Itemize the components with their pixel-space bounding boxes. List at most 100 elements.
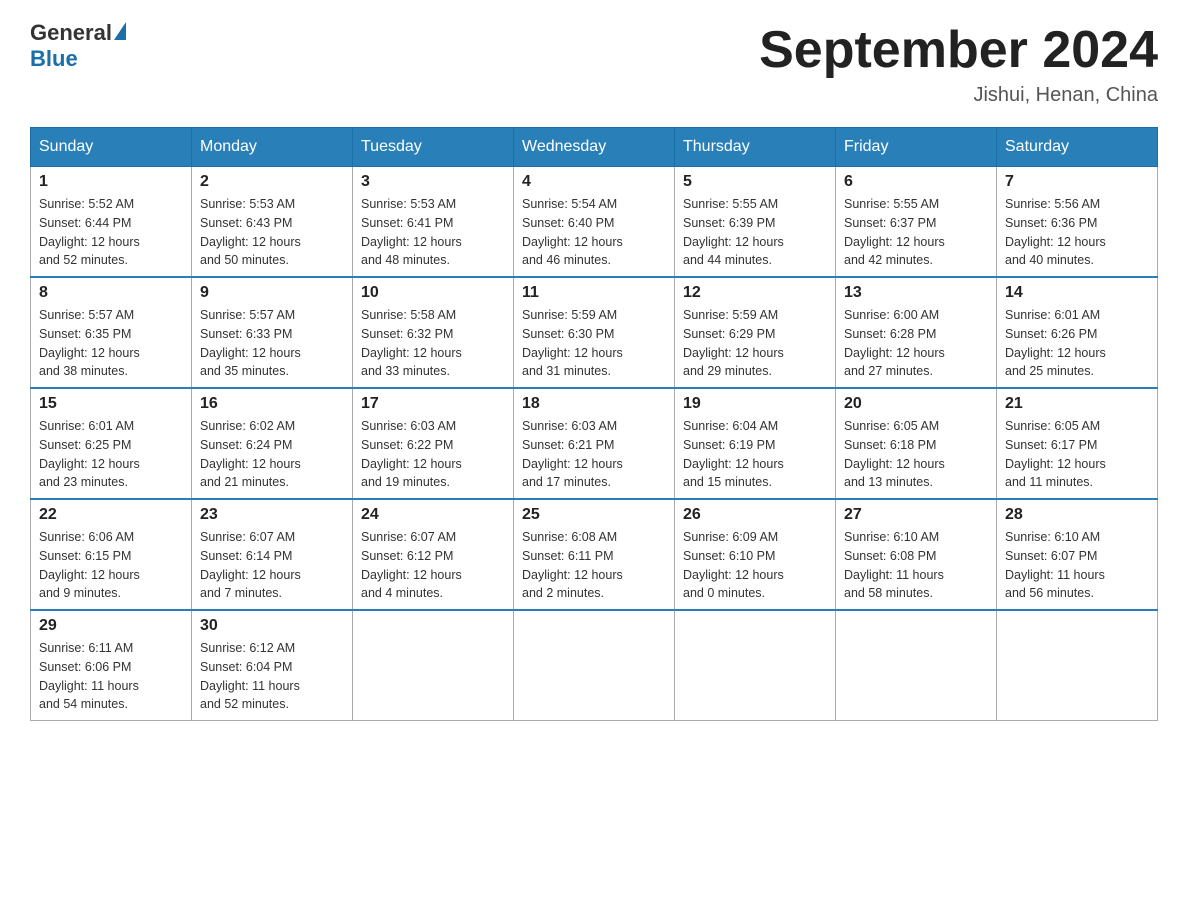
day-number: 18 — [522, 395, 666, 413]
weekday-header-thursday: Thursday — [675, 128, 836, 167]
day-info: Sunrise: 6:02 AMSunset: 6:24 PMDaylight:… — [200, 419, 301, 489]
day-info: Sunrise: 5:53 AMSunset: 6:43 PMDaylight:… — [200, 197, 301, 267]
calendar-day-cell: 14 Sunrise: 6:01 AMSunset: 6:26 PMDaylig… — [997, 277, 1158, 388]
calendar-table: SundayMondayTuesdayWednesdayThursdayFrid… — [30, 127, 1158, 721]
day-number: 10 — [361, 284, 505, 302]
calendar-day-cell: 10 Sunrise: 5:58 AMSunset: 6:32 PMDaylig… — [353, 277, 514, 388]
page-header: General Blue September 2024 Jishui, Hena… — [30, 20, 1158, 107]
day-info: Sunrise: 6:03 AMSunset: 6:22 PMDaylight:… — [361, 419, 462, 489]
day-info: Sunrise: 5:55 AMSunset: 6:37 PMDaylight:… — [844, 197, 945, 267]
day-number: 9 — [200, 284, 344, 302]
calendar-day-cell: 17 Sunrise: 6:03 AMSunset: 6:22 PMDaylig… — [353, 388, 514, 499]
calendar-day-cell: 8 Sunrise: 5:57 AMSunset: 6:35 PMDayligh… — [31, 277, 192, 388]
calendar-day-cell: 30 Sunrise: 6:12 AMSunset: 6:04 PMDaylig… — [192, 610, 353, 721]
weekday-header-sunday: Sunday — [31, 128, 192, 167]
weekday-header-friday: Friday — [836, 128, 997, 167]
calendar-day-cell: 24 Sunrise: 6:07 AMSunset: 6:12 PMDaylig… — [353, 499, 514, 610]
weekday-header-row: SundayMondayTuesdayWednesdayThursdayFrid… — [31, 128, 1158, 167]
day-number: 22 — [39, 506, 183, 524]
calendar-day-cell: 9 Sunrise: 5:57 AMSunset: 6:33 PMDayligh… — [192, 277, 353, 388]
day-number: 7 — [1005, 173, 1149, 191]
day-number: 1 — [39, 173, 183, 191]
day-number: 20 — [844, 395, 988, 413]
day-info: Sunrise: 6:01 AMSunset: 6:25 PMDaylight:… — [39, 419, 140, 489]
calendar-week-row: 8 Sunrise: 5:57 AMSunset: 6:35 PMDayligh… — [31, 277, 1158, 388]
calendar-day-cell: 12 Sunrise: 5:59 AMSunset: 6:29 PMDaylig… — [675, 277, 836, 388]
day-number: 21 — [1005, 395, 1149, 413]
day-number: 14 — [1005, 284, 1149, 302]
calendar-week-row: 1 Sunrise: 5:52 AMSunset: 6:44 PMDayligh… — [31, 167, 1158, 278]
day-number: 26 — [683, 506, 827, 524]
title-block: September 2024 Jishui, Henan, China — [759, 20, 1158, 107]
calendar-day-cell: 23 Sunrise: 6:07 AMSunset: 6:14 PMDaylig… — [192, 499, 353, 610]
logo-triangle-icon — [114, 22, 126, 40]
day-info: Sunrise: 6:04 AMSunset: 6:19 PMDaylight:… — [683, 419, 784, 489]
weekday-header-saturday: Saturday — [997, 128, 1158, 167]
calendar-day-cell: 25 Sunrise: 6:08 AMSunset: 6:11 PMDaylig… — [514, 499, 675, 610]
day-number: 15 — [39, 395, 183, 413]
weekday-header-monday: Monday — [192, 128, 353, 167]
day-info: Sunrise: 6:08 AMSunset: 6:11 PMDaylight:… — [522, 530, 623, 600]
day-number: 2 — [200, 173, 344, 191]
calendar-day-cell: 2 Sunrise: 5:53 AMSunset: 6:43 PMDayligh… — [192, 167, 353, 278]
day-info: Sunrise: 5:53 AMSunset: 6:41 PMDaylight:… — [361, 197, 462, 267]
calendar-day-cell: 13 Sunrise: 6:00 AMSunset: 6:28 PMDaylig… — [836, 277, 997, 388]
calendar-day-cell: 4 Sunrise: 5:54 AMSunset: 6:40 PMDayligh… — [514, 167, 675, 278]
calendar-day-cell: 7 Sunrise: 5:56 AMSunset: 6:36 PMDayligh… — [997, 167, 1158, 278]
calendar-day-cell: 28 Sunrise: 6:10 AMSunset: 6:07 PMDaylig… — [997, 499, 1158, 610]
day-info: Sunrise: 5:57 AMSunset: 6:35 PMDaylight:… — [39, 308, 140, 378]
day-info: Sunrise: 6:12 AMSunset: 6:04 PMDaylight:… — [200, 641, 300, 711]
day-info: Sunrise: 6:07 AMSunset: 6:12 PMDaylight:… — [361, 530, 462, 600]
day-number: 8 — [39, 284, 183, 302]
day-number: 29 — [39, 617, 183, 635]
calendar-day-cell: 1 Sunrise: 5:52 AMSunset: 6:44 PMDayligh… — [31, 167, 192, 278]
day-number: 30 — [200, 617, 344, 635]
logo-general: General — [30, 20, 112, 46]
day-info: Sunrise: 6:05 AMSunset: 6:18 PMDaylight:… — [844, 419, 945, 489]
day-number: 16 — [200, 395, 344, 413]
day-info: Sunrise: 6:10 AMSunset: 6:08 PMDaylight:… — [844, 530, 944, 600]
day-number: 12 — [683, 284, 827, 302]
logo-blue: Blue — [30, 46, 78, 72]
calendar-day-cell: 20 Sunrise: 6:05 AMSunset: 6:18 PMDaylig… — [836, 388, 997, 499]
calendar-day-cell: 27 Sunrise: 6:10 AMSunset: 6:08 PMDaylig… — [836, 499, 997, 610]
day-number: 5 — [683, 173, 827, 191]
day-info: Sunrise: 6:07 AMSunset: 6:14 PMDaylight:… — [200, 530, 301, 600]
calendar-day-cell — [675, 610, 836, 721]
day-info: Sunrise: 5:57 AMSunset: 6:33 PMDaylight:… — [200, 308, 301, 378]
logo: General Blue — [30, 20, 126, 72]
day-info: Sunrise: 5:59 AMSunset: 6:29 PMDaylight:… — [683, 308, 784, 378]
calendar-day-cell — [353, 610, 514, 721]
day-info: Sunrise: 6:03 AMSunset: 6:21 PMDaylight:… — [522, 419, 623, 489]
calendar-week-row: 29 Sunrise: 6:11 AMSunset: 6:06 PMDaylig… — [31, 610, 1158, 721]
calendar-day-cell: 21 Sunrise: 6:05 AMSunset: 6:17 PMDaylig… — [997, 388, 1158, 499]
day-info: Sunrise: 5:56 AMSunset: 6:36 PMDaylight:… — [1005, 197, 1106, 267]
day-number: 6 — [844, 173, 988, 191]
day-number: 13 — [844, 284, 988, 302]
calendar-day-cell: 5 Sunrise: 5:55 AMSunset: 6:39 PMDayligh… — [675, 167, 836, 278]
calendar-day-cell: 3 Sunrise: 5:53 AMSunset: 6:41 PMDayligh… — [353, 167, 514, 278]
day-number: 19 — [683, 395, 827, 413]
day-info: Sunrise: 6:05 AMSunset: 6:17 PMDaylight:… — [1005, 419, 1106, 489]
calendar-day-cell: 26 Sunrise: 6:09 AMSunset: 6:10 PMDaylig… — [675, 499, 836, 610]
day-info: Sunrise: 5:52 AMSunset: 6:44 PMDaylight:… — [39, 197, 140, 267]
calendar-title: September 2024 — [759, 20, 1158, 80]
day-info: Sunrise: 6:01 AMSunset: 6:26 PMDaylight:… — [1005, 308, 1106, 378]
weekday-header-tuesday: Tuesday — [353, 128, 514, 167]
calendar-day-cell: 22 Sunrise: 6:06 AMSunset: 6:15 PMDaylig… — [31, 499, 192, 610]
calendar-week-row: 15 Sunrise: 6:01 AMSunset: 6:25 PMDaylig… — [31, 388, 1158, 499]
day-info: Sunrise: 6:06 AMSunset: 6:15 PMDaylight:… — [39, 530, 140, 600]
day-info: Sunrise: 5:54 AMSunset: 6:40 PMDaylight:… — [522, 197, 623, 267]
calendar-day-cell: 18 Sunrise: 6:03 AMSunset: 6:21 PMDaylig… — [514, 388, 675, 499]
calendar-day-cell: 29 Sunrise: 6:11 AMSunset: 6:06 PMDaylig… — [31, 610, 192, 721]
calendar-day-cell — [836, 610, 997, 721]
calendar-day-cell: 19 Sunrise: 6:04 AMSunset: 6:19 PMDaylig… — [675, 388, 836, 499]
weekday-header-wednesday: Wednesday — [514, 128, 675, 167]
day-number: 25 — [522, 506, 666, 524]
day-info: Sunrise: 6:11 AMSunset: 6:06 PMDaylight:… — [39, 641, 139, 711]
calendar-day-cell — [514, 610, 675, 721]
calendar-week-row: 22 Sunrise: 6:06 AMSunset: 6:15 PMDaylig… — [31, 499, 1158, 610]
day-number: 24 — [361, 506, 505, 524]
day-info: Sunrise: 6:09 AMSunset: 6:10 PMDaylight:… — [683, 530, 784, 600]
day-info: Sunrise: 5:55 AMSunset: 6:39 PMDaylight:… — [683, 197, 784, 267]
